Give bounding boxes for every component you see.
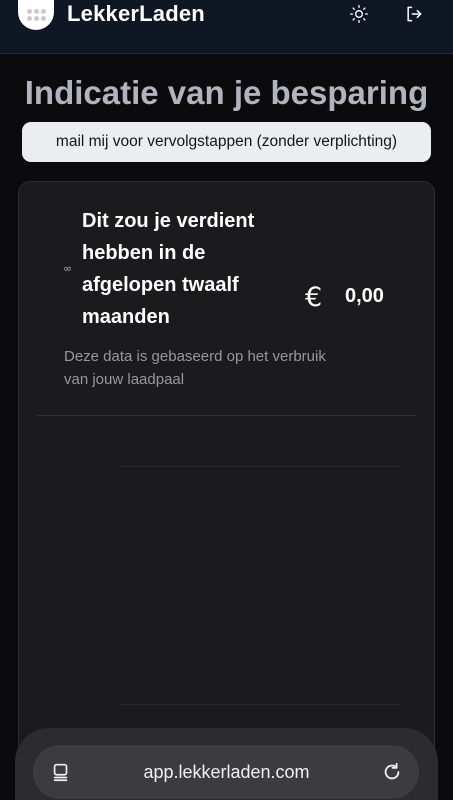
url-text[interactable]: app.lekkerladen.com [100, 762, 353, 783]
sun-icon[interactable] [349, 4, 369, 24]
chart-gridline [120, 466, 400, 467]
logo-dot [26, 9, 32, 14]
mail-next-steps-button[interactable]: mail mij voor vervolgstappen (zonder ver… [22, 122, 431, 162]
logo-dot [40, 9, 46, 14]
tabs-icon[interactable] [50, 761, 72, 783]
earned-label: Dit zou je verdient hebben in de afgelop… [82, 210, 255, 328]
logout-icon[interactable] [404, 4, 424, 24]
logo-icon[interactable] [18, 0, 54, 30]
chart-gridline [120, 704, 400, 705]
period-icon: ∞ [63, 262, 73, 275]
logo-dot [33, 9, 39, 14]
logo-dot [26, 16, 32, 21]
brand-name: LekkerLaden [67, 1, 205, 26]
logo-dot [33, 16, 39, 21]
logo-dot [40, 16, 46, 21]
page-title: Indicatie van je besparing [24, 74, 429, 111]
app-header: LekkerLaden [0, 0, 453, 54]
card-divider [37, 415, 416, 416]
reload-icon[interactable] [381, 761, 403, 783]
savings-amount: 0,00 [345, 285, 384, 307]
data-source-note: Deze data is gebaseerd op het verbruik v… [64, 348, 326, 388]
currency-symbol: € [305, 282, 323, 313]
